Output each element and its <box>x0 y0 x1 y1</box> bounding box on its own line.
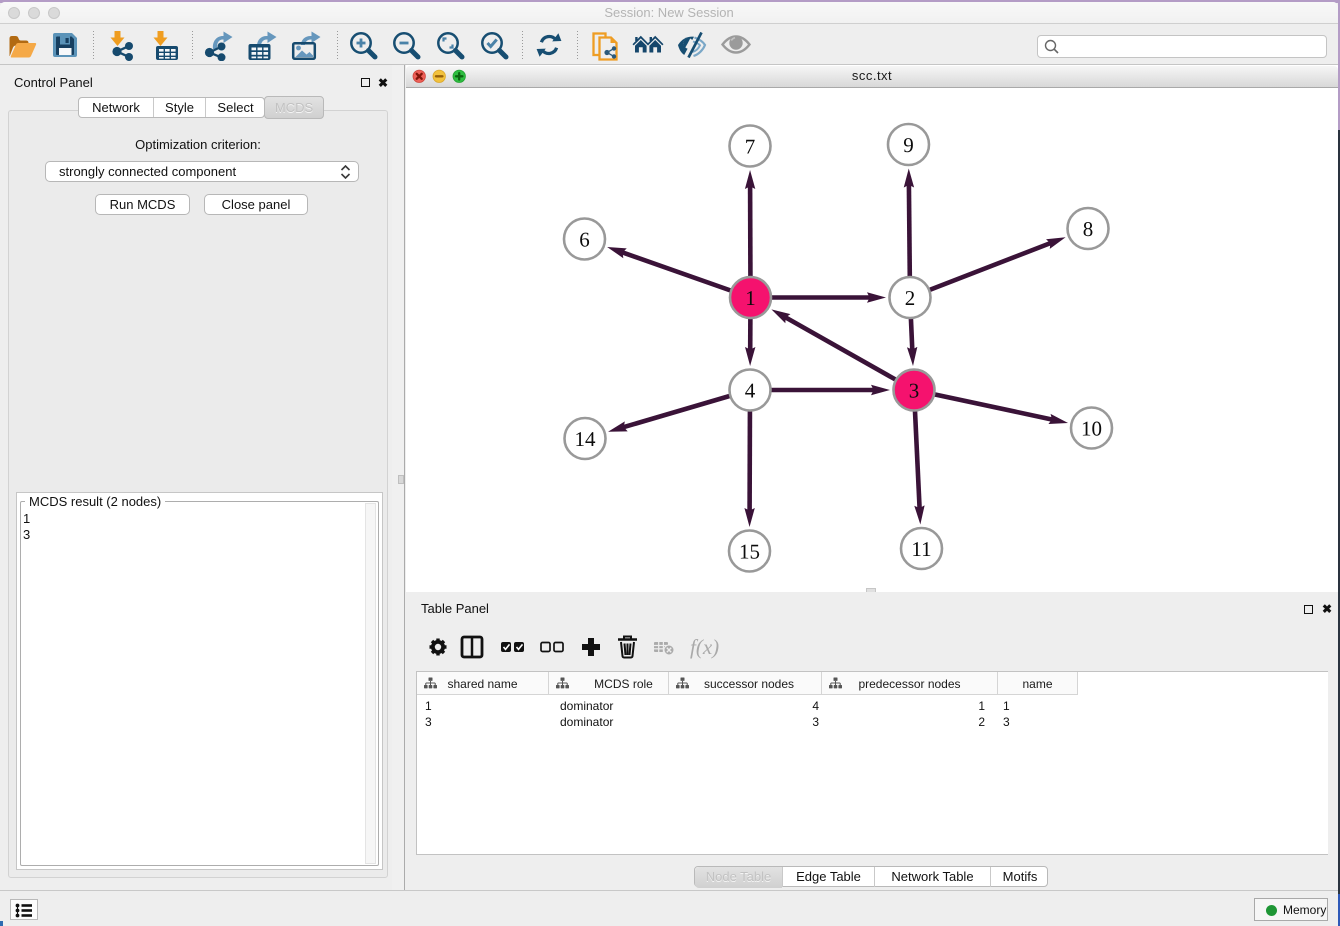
svg-text:10: 10 <box>1081 417 1102 441</box>
svg-text:9: 9 <box>903 133 914 157</box>
svg-text:8: 8 <box>1083 217 1094 241</box>
svg-text:4: 4 <box>745 379 756 403</box>
svg-text:7: 7 <box>745 135 756 159</box>
svg-text:3: 3 <box>909 379 920 403</box>
svg-text:15: 15 <box>739 540 760 564</box>
svg-text:14: 14 <box>575 427 597 451</box>
svg-text:6: 6 <box>579 228 590 252</box>
svg-text:f(x): f(x) <box>690 635 719 659</box>
svg-text:2: 2 <box>905 286 916 310</box>
svg-text:11: 11 <box>911 537 931 561</box>
svg-text:1: 1 <box>745 286 756 310</box>
